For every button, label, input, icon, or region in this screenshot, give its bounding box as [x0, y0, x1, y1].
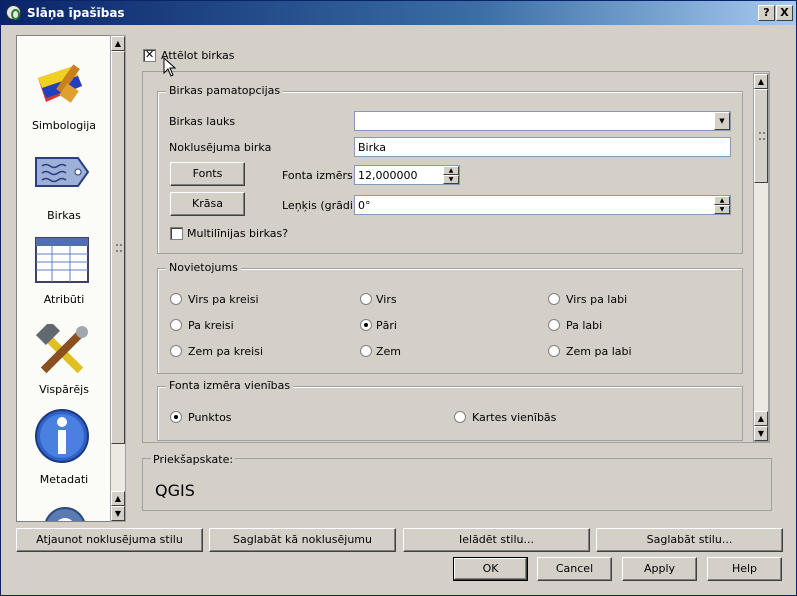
scroll-down-arrow-icon[interactable]: ▼	[111, 506, 125, 521]
layer-properties-window: Slāņa īpašības ? X Simbologija Birkas At…	[0, 0, 797, 596]
radio-label[interactable]: Punktos	[188, 411, 232, 424]
radio-label[interactable]: Pāri	[376, 319, 397, 332]
radio-map-units[interactable]	[454, 411, 466, 423]
label-field-combo[interactable]: ▼	[354, 111, 731, 131]
sidebar-item-label: Vispārējs	[39, 383, 89, 396]
sidebar-item-symbology[interactable]: Simbologija	[17, 54, 110, 144]
info-icon	[35, 409, 89, 463]
radio-left[interactable]	[170, 319, 182, 331]
scroll-down-arrow-icon[interactable]: ▼	[754, 426, 768, 441]
multiline-checkbox[interactable]	[170, 227, 183, 240]
panel-scrollbar[interactable]: ▲ ▲ ▼	[753, 73, 769, 442]
save-style-button[interactable]: Saglabāt stilu...	[596, 528, 783, 552]
show-labels-checkbox[interactable]	[143, 48, 156, 62]
sidebar: Simbologija Birkas Atribūti Vispārējs Me…	[16, 35, 110, 522]
radio-label[interactable]: Virs	[376, 293, 397, 306]
color-button[interactable]: Krāsa	[170, 192, 245, 216]
radio-above-left[interactable]	[170, 293, 182, 305]
sidebar-item-labels[interactable]: Birkas	[17, 144, 110, 234]
help-title-button[interactable]: ?	[758, 5, 775, 21]
radio-over[interactable]	[360, 319, 372, 331]
radio-points[interactable]	[170, 411, 182, 423]
preview-title: Priekšapskate:	[151, 453, 236, 466]
chevron-down-icon[interactable]: ▼	[714, 112, 730, 130]
label-field-label: Birkas lauks	[169, 115, 236, 128]
sidebar-item-metadata[interactable]: Metadati	[17, 409, 110, 504]
group-title: Novietojums	[166, 261, 241, 274]
spin-down-icon[interactable]: ▼	[714, 205, 730, 214]
radio-right[interactable]	[548, 319, 560, 331]
load-style-button[interactable]: Ielādēt stilu...	[403, 528, 590, 552]
group-title: Birkas pamatopcijas	[166, 84, 284, 97]
sidebar-item-attributes[interactable]: Atribūti	[17, 234, 110, 324]
scroll-up-arrow-icon[interactable]: ▲	[111, 36, 125, 51]
sidebar-scrollbar[interactable]: ▲ ▲ ▼	[110, 35, 126, 522]
scroll-up-arrow-icon[interactable]: ▲	[754, 411, 768, 426]
radio-below-right[interactable]	[548, 345, 560, 357]
default-label-label: Noklusējuma birka	[169, 141, 272, 154]
radio-label[interactable]: Virs pa labi	[566, 293, 627, 306]
radio-label[interactable]: Pa labi	[566, 319, 602, 332]
sidebar-item-label: Simbologija	[31, 119, 97, 132]
radio-label[interactable]: Kartes vienībās	[472, 411, 556, 424]
labels-options-panel: Birkas pamatopcijas Birkas lauks ▼ Noklu…	[142, 71, 770, 443]
angle-spinbox[interactable]: 0° ▲ ▼	[354, 195, 731, 215]
spin-up-icon[interactable]: ▲	[443, 166, 459, 175]
restore-default-style-button[interactable]: Atjaunot noklusējuma stilu	[16, 528, 203, 552]
tools-icon	[35, 324, 88, 374]
mouse-cursor-icon	[163, 57, 177, 77]
close-button[interactable]: X	[776, 5, 793, 21]
label-tag-icon	[35, 157, 90, 187]
angle-label: Leņķis (grādi)	[282, 199, 358, 212]
gear-icon	[45, 507, 85, 521]
radio-label[interactable]: Zem pa labi	[566, 345, 632, 358]
font-units-group: Fonta izmēra vienības Punktos Kartes vie…	[157, 379, 743, 441]
help-button[interactable]: Help	[707, 557, 782, 581]
radio-above-right[interactable]	[548, 293, 560, 305]
font-size-spinbox[interactable]: 12,000000 ▲ ▼	[354, 165, 460, 185]
sidebar-item-label: Birkas	[47, 209, 81, 222]
apply-button[interactable]: Apply	[622, 557, 697, 581]
radio-below-left[interactable]	[170, 345, 182, 357]
font-size-label: Fonta izmērs	[282, 169, 353, 182]
radio-label[interactable]: Zem pa kreisi	[188, 345, 263, 358]
ok-button[interactable]: OK	[453, 557, 528, 581]
cancel-button[interactable]: Cancel	[537, 557, 612, 581]
title-bar[interactable]: Slāņa īpašības ? X	[1, 1, 796, 25]
basic-options-group: Birkas pamatopcijas Birkas lauks ▼ Noklu…	[157, 84, 743, 254]
radio-label[interactable]: Virs pa kreisi	[188, 293, 259, 306]
scroll-up-arrow-icon[interactable]: ▲	[754, 74, 768, 89]
radio-below[interactable]	[360, 345, 372, 357]
default-label-input[interactable]: Birka	[354, 137, 731, 157]
scrollbar-thumb[interactable]	[111, 51, 125, 444]
save-as-default-button[interactable]: Saglabāt kā noklusējumu	[209, 528, 396, 552]
scrollbar-thumb[interactable]	[754, 89, 768, 183]
radio-label[interactable]: Pa kreisi	[188, 319, 234, 332]
placement-group: Novietojums Virs pa kreisi Virs Virs pa …	[157, 261, 743, 374]
preview-text: QGIS	[155, 481, 195, 500]
multiline-label[interactable]: Multilīnijas birkas?	[187, 227, 288, 240]
spin-down-icon[interactable]: ▼	[443, 175, 459, 184]
group-title: Fonta izmēra vienības	[166, 379, 294, 392]
radio-above[interactable]	[360, 293, 372, 305]
sidebar-item-label: Metadati	[39, 473, 89, 486]
spin-up-icon[interactable]: ▲	[714, 196, 730, 205]
qgis-icon	[6, 5, 21, 20]
window-title: Slāņa īpašības	[27, 6, 125, 20]
sidebar-item-label: Atribūti	[43, 293, 85, 306]
fonts-button[interactable]: Fonts	[170, 162, 245, 186]
preview-group: Priekšapskate: QGIS	[142, 453, 772, 511]
symbology-icon	[38, 64, 82, 103]
scroll-up-arrow-icon[interactable]: ▲	[111, 491, 125, 506]
radio-label[interactable]: Zem	[376, 345, 401, 358]
sidebar-item-general[interactable]: Vispārējs	[17, 324, 110, 414]
attribute-table-icon	[35, 237, 89, 283]
